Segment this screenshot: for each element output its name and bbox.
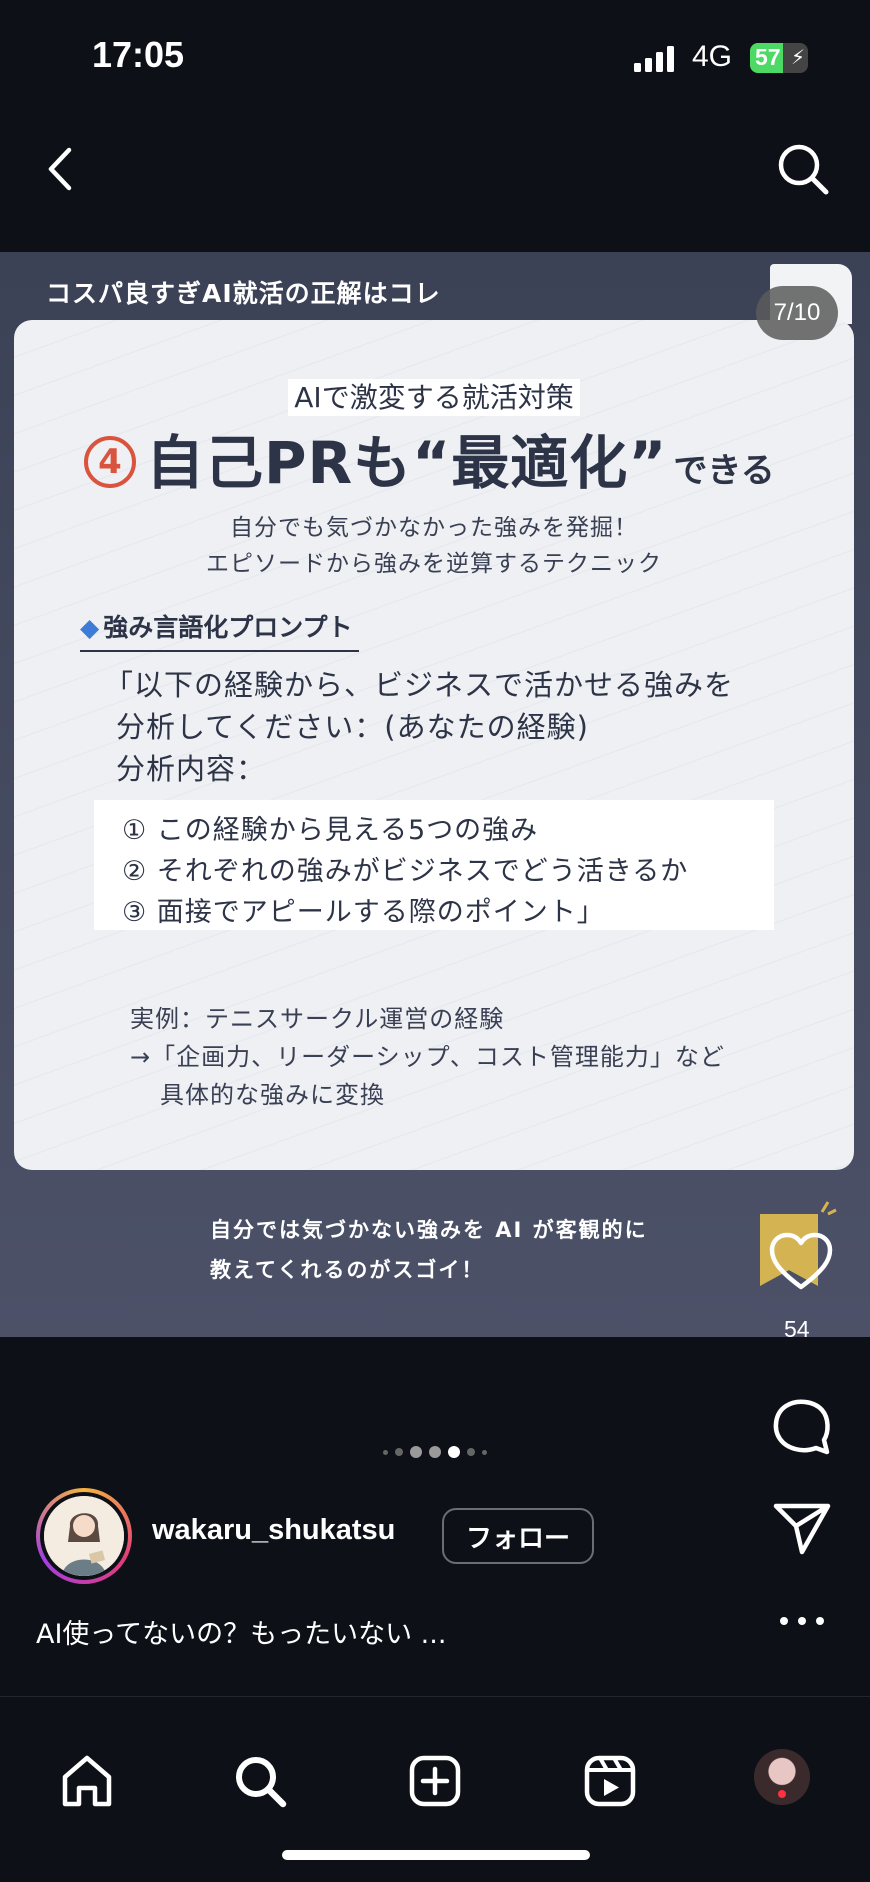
avatar[interactable] xyxy=(36,1488,132,1584)
notification-dot xyxy=(778,1790,786,1798)
carousel-dot xyxy=(482,1449,487,1455)
analysis-list: ① この経験から見える5つの強み ② それぞれの強みがビジネスでどう活きるか ③… xyxy=(94,800,774,930)
sparkle-icon xyxy=(820,1201,837,1216)
comment-icon[interactable] xyxy=(772,1396,832,1456)
home-icon xyxy=(62,1755,112,1807)
cellular-signal-icon xyxy=(634,46,674,72)
post-image-header: コスパ良すぎAI就活の正解はコレ xyxy=(46,279,441,308)
reels-icon xyxy=(584,1755,636,1807)
chevron-left-icon xyxy=(48,147,72,191)
battery-icon: 57 ⚡ xyxy=(750,43,808,73)
slide-description: 自分でも気づかなかった強みを発掘！ エピソードから強みを逆算するテクニック xyxy=(206,515,662,577)
slide-subtitle: AIで激変する就活対策 xyxy=(14,376,854,416)
list-item: ③ 面接でアピールする際のポイント」 xyxy=(122,897,605,928)
carousel-indicator xyxy=(360,1442,510,1462)
network-type: 4G xyxy=(692,40,733,73)
step-number-badge: 4 xyxy=(84,436,136,488)
carousel-dot xyxy=(383,1449,388,1455)
status-bar: 17:05 4G 57 ⚡ xyxy=(0,0,870,110)
title-suffix-text: できる xyxy=(673,451,775,491)
tab-home[interactable] xyxy=(57,1751,117,1811)
search-icon xyxy=(778,144,829,195)
home-indicator xyxy=(282,1850,590,1860)
carousel-dot xyxy=(429,1446,441,1458)
list-item: ② それぞれの強みがビジネスでどう活きるか xyxy=(122,856,689,887)
battery-percent: 57 xyxy=(755,44,781,70)
back-button[interactable] xyxy=(30,134,90,204)
more-options-icon[interactable] xyxy=(776,1610,828,1632)
charging-bolt-icon: ⚡ xyxy=(790,45,805,69)
carousel-dot xyxy=(448,1446,460,1458)
gem-icon: ◆ xyxy=(80,613,100,642)
search-button[interactable] xyxy=(770,134,836,204)
content-card: AIで激変する就活対策 4 自己PRも“最適化” できる 自分でも気づかなかった… xyxy=(14,320,854,1170)
prompt-label: ◆ 強み言語化プロンプト xyxy=(80,608,359,652)
avatar-illustration xyxy=(44,1496,124,1576)
slide-title: 4 自己PRも“最適化” できる xyxy=(84,420,775,500)
username[interactable]: wakaru_shukatsu xyxy=(152,1514,395,1547)
status-time: 17:05 xyxy=(92,34,185,75)
list-item: ① この経験から見える5つの強み xyxy=(122,815,539,846)
tab-search[interactable] xyxy=(230,1751,290,1811)
top-nav xyxy=(0,110,870,250)
title-main-text: 自己PRも“最適化” xyxy=(146,429,668,497)
post-image[interactable]: コスパ良すぎAI就活の正解はコレ AIで激変する就活対策 4 自己PRも“最適化… xyxy=(0,252,870,1337)
like-count: 54 xyxy=(784,1316,810,1342)
post-caption[interactable]: AI使ってないの？もったいない ... xyxy=(36,1612,446,1651)
carousel-dot xyxy=(467,1448,475,1456)
page-counter: 7/10 xyxy=(756,286,838,340)
example-text: 実例：テニスサークル運営の経験 →「企画力、リーダーシップ、コスト管理能力」など… xyxy=(130,1005,725,1109)
heart-icon[interactable] xyxy=(768,1232,834,1292)
carousel-dot xyxy=(395,1448,403,1456)
avatar-person-icon xyxy=(44,1496,124,1576)
tab-create[interactable] xyxy=(405,1751,465,1811)
add-post-icon xyxy=(409,1755,461,1807)
search-icon xyxy=(236,1757,287,1808)
carousel-dot xyxy=(410,1446,422,1458)
tab-reels[interactable] xyxy=(580,1751,640,1811)
follow-button[interactable]: フォロー xyxy=(442,1508,594,1564)
slide-footer-text: 自分では気づかない強みを AI が客観的に 教えてくれるのがスゴイ！ xyxy=(210,1218,648,1282)
send-icon[interactable] xyxy=(772,1500,832,1556)
prompt-text: 「以下の経験から、ビジネスで活かせる強みを 分析してください：(あなたの経験) … xyxy=(104,668,735,786)
